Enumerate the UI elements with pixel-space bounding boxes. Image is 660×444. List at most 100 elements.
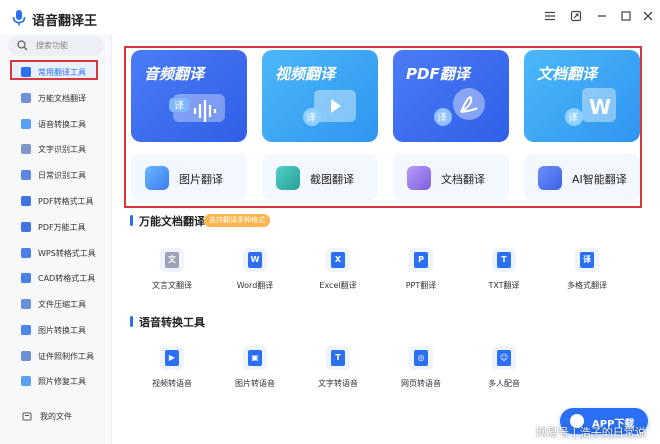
tool-txt-translate[interactable]: T TXT翻译 bbox=[469, 248, 539, 300]
doc-translate-card[interactable]: 文档翻译 bbox=[393, 154, 509, 200]
card-title: 视频翻译 bbox=[275, 65, 336, 83]
sidebar-item-label: 语音转换工具 bbox=[38, 120, 86, 129]
wps-icon bbox=[21, 248, 31, 258]
sidebar-item-label: PDF转格式工具 bbox=[38, 197, 94, 206]
multi-voice-icon: ☺ bbox=[492, 346, 516, 370]
tool-word-translate[interactable]: W Word翻译 bbox=[220, 248, 290, 300]
card-title: 音频翻译 bbox=[144, 65, 205, 83]
tool-multi-format-translate[interactable]: 译 多格式翻译 bbox=[552, 248, 622, 300]
tool-label: 多人配音 bbox=[488, 379, 520, 388]
image-convert-icon bbox=[21, 325, 31, 335]
sidebar-item-common-translate[interactable]: 常用翻译工具 bbox=[10, 62, 106, 82]
sidebar-item-wps-convert[interactable]: WPS转格式工具 bbox=[10, 243, 106, 263]
sidebar-item-label: 图片转换工具 bbox=[38, 326, 86, 335]
tool-label: 网页转语音 bbox=[401, 379, 441, 388]
tool-multi-voice-dubbing[interactable]: ☺ 多人配音 bbox=[469, 346, 539, 398]
svg-text:译: 译 bbox=[437, 112, 447, 124]
tool-classical-chinese-translate[interactable]: 文 文言文翻译 bbox=[137, 248, 207, 300]
close-icon[interactable] bbox=[640, 10, 656, 26]
sidebar-item-doc-translate[interactable]: 万能文档翻译 bbox=[10, 88, 106, 108]
daily-recognize-icon bbox=[21, 170, 31, 180]
sidebar-item-label: 常用翻译工具 bbox=[38, 68, 86, 77]
sidebar-item-voice-convert[interactable]: 语音转换工具 bbox=[10, 114, 106, 134]
webpage-to-speech-icon: ◎ bbox=[409, 346, 433, 370]
screenshot-translate-card[interactable]: 截图翻译 bbox=[262, 154, 378, 200]
image-translate-card[interactable]: 图片翻译 bbox=[131, 154, 247, 200]
pdf-translate-card[interactable]: PDF翻译 译 bbox=[393, 50, 509, 142]
video-to-speech-icon: ▶ bbox=[160, 346, 184, 370]
sidebar-item-label: CAD转格式工具 bbox=[38, 274, 96, 283]
sidebar-item-label: 证件照制作工具 bbox=[38, 352, 94, 361]
tool-text-to-speech[interactable]: T 文字转语音 bbox=[303, 346, 373, 398]
folder-icon bbox=[22, 412, 32, 421]
cad-icon bbox=[21, 273, 31, 283]
sidebar-item-pdf-tools[interactable]: PDF万能工具 bbox=[10, 217, 106, 237]
search-input[interactable]: 搜索功能 bbox=[8, 36, 104, 56]
video-translate-card[interactable]: 视频翻译 译 bbox=[262, 50, 378, 142]
tool-label: Excel翻译 bbox=[319, 281, 357, 290]
maximize-icon[interactable] bbox=[618, 10, 634, 26]
ai-translate-icon bbox=[538, 166, 562, 190]
voice-icon bbox=[21, 119, 31, 129]
pdf-tools-icon bbox=[21, 222, 31, 232]
sidebar-item-compress[interactable]: 文件压缩工具 bbox=[10, 294, 106, 314]
excel-icon: X bbox=[326, 248, 350, 272]
menu-icon[interactable] bbox=[542, 10, 558, 26]
video-player-icon: 译 bbox=[303, 90, 356, 126]
screenshot-translate-icon bbox=[276, 166, 300, 190]
sidebar-item-pdf-convert[interactable]: PDF转格式工具 bbox=[10, 191, 106, 211]
sidebar-item-id-photo[interactable]: 证件照制作工具 bbox=[10, 346, 106, 366]
txt-icon: T bbox=[492, 248, 516, 272]
tool-label: 多格式翻译 bbox=[567, 281, 607, 290]
tool-image-to-speech[interactable]: ▣ 图片转语音 bbox=[220, 346, 290, 398]
sidebar-item-cad-convert[interactable]: CAD转格式工具 bbox=[10, 268, 106, 288]
tool-video-to-speech[interactable]: ▶ 视频转语音 bbox=[137, 346, 207, 398]
compress-icon bbox=[21, 299, 31, 309]
tool-label: PPT翻译 bbox=[405, 281, 437, 290]
word-icon: W bbox=[243, 248, 267, 272]
section-marker bbox=[130, 215, 133, 226]
audio-translate-card[interactable]: 音频翻译 译 bbox=[131, 50, 247, 142]
pin-icon[interactable] bbox=[568, 10, 584, 26]
sidebar-item-photo-repair[interactable]: 照片修复工具 bbox=[10, 371, 106, 391]
title-bar: 语音翻译王 bbox=[0, 0, 660, 34]
image-to-speech-icon: ▣ bbox=[243, 346, 267, 370]
sidebar-item-label: 万能文档翻译 bbox=[38, 94, 86, 103]
tool-excel-translate[interactable]: X Excel翻译 bbox=[303, 248, 373, 300]
format-badge: 支持翻译多种格式 bbox=[204, 214, 270, 227]
tool-label: 文言文翻译 bbox=[152, 281, 192, 290]
minimize-icon[interactable] bbox=[594, 10, 610, 26]
search-icon bbox=[17, 40, 28, 51]
sidebar-item-text-recognize[interactable]: 文字识别工具 bbox=[10, 139, 106, 159]
text-to-speech-icon: T bbox=[326, 346, 350, 370]
svg-text:译: 译 bbox=[568, 112, 578, 124]
watermark: 网易号 | 浩子的日常说 bbox=[536, 426, 646, 439]
id-photo-icon bbox=[21, 351, 31, 361]
svg-text:W: W bbox=[589, 95, 611, 119]
sidebar-item-label: 照片修复工具 bbox=[38, 377, 86, 386]
sidebar-item-daily-recognize[interactable]: 日常识别工具 bbox=[10, 165, 106, 185]
doc-icon bbox=[21, 93, 31, 103]
translate-icon bbox=[21, 67, 31, 77]
image-translate-icon bbox=[145, 166, 169, 190]
tool-ppt-translate[interactable]: P PPT翻译 bbox=[386, 248, 456, 300]
main-content: 音频翻译 译 视频翻译 译 PDF翻译 译 文档翻译 W 译 图片翻译 截图翻译… bbox=[112, 34, 660, 444]
sidebar-item-label: WPS转格式工具 bbox=[38, 249, 96, 258]
tool-label: Word翻译 bbox=[236, 281, 274, 290]
ai-translate-card[interactable]: AI智能翻译 bbox=[524, 154, 640, 200]
text-recognize-icon bbox=[21, 144, 31, 154]
tool-label: 文字转语音 bbox=[318, 379, 358, 388]
word-doc-icon: W 译 bbox=[565, 88, 616, 126]
classical-chinese-icon: 文 bbox=[160, 248, 184, 272]
pdf-doc-icon: 译 bbox=[434, 88, 485, 126]
microphone-logo-icon bbox=[12, 10, 26, 26]
sidebar-item-label: 文件压缩工具 bbox=[38, 300, 86, 309]
tool-webpage-to-speech[interactable]: ◎ 网页转语音 bbox=[386, 346, 456, 398]
sidebar-item-label: 文字识别工具 bbox=[38, 145, 86, 154]
tool-label: TXT翻译 bbox=[488, 281, 520, 290]
card-title: PDF翻译 bbox=[406, 65, 470, 83]
sidebar-item-label: PDF万能工具 bbox=[38, 223, 86, 232]
sidebar-item-image-convert[interactable]: 图片转换工具 bbox=[10, 320, 106, 340]
document-translate-card[interactable]: 文档翻译 W 译 bbox=[524, 50, 640, 142]
tool-label: 视频转语音 bbox=[152, 379, 192, 388]
